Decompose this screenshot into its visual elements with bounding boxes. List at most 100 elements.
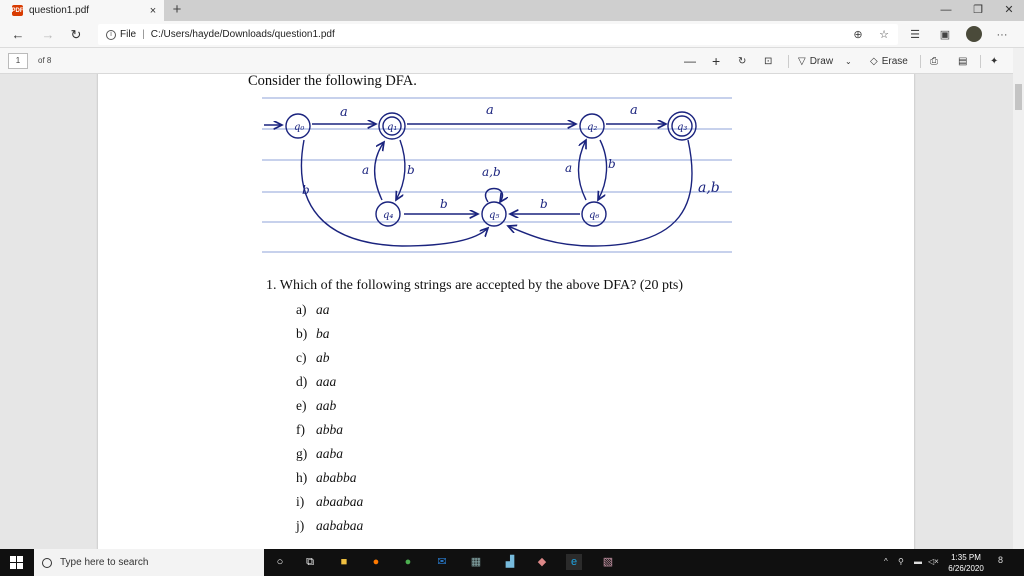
vertical-scrollbar[interactable] [1013, 48, 1024, 549]
label-q3: q₃ [677, 122, 687, 133]
question-text: 1. Which of the following strings are ac… [266, 278, 684, 293]
zoom-out-button[interactable]: — [684, 52, 696, 70]
chevron-down-icon[interactable]: ⌄ [845, 57, 852, 66]
save-icon[interactable]: ▤ [958, 52, 967, 70]
toolbar-divider [788, 55, 789, 68]
volume-icon[interactable]: ◁× [928, 557, 939, 566]
taskbar: Type here to search ○ ⧉ ■ ● ● ✉ ▦ ▟ ◆ e … [0, 549, 1024, 576]
page-number-input[interactable]: 1 [8, 53, 28, 69]
tab-close-button[interactable]: × [144, 5, 162, 17]
edge-icon[interactable]: e [566, 554, 582, 570]
edge-label: b [440, 197, 448, 211]
option-label: h) [296, 470, 308, 485]
system-clock[interactable]: 1:35 PM 6/26/2020 [940, 552, 992, 574]
clock-time: 1:35 PM [951, 553, 981, 562]
toolbar-divider [980, 55, 981, 68]
erase-button[interactable]: ◇ Erase [870, 52, 908, 70]
option-string: aa [316, 302, 330, 317]
list-item: f) abba [296, 422, 363, 446]
cortana-icon[interactable]: ○ [272, 554, 288, 570]
favorite-star-icon[interactable]: ☆ [874, 25, 894, 45]
pdf-toolbar: 1 of 8 — + ↻ ⊡ ▽ Draw ⌄ ◇ Erase ⎙ ▤ ✦ [0, 48, 1024, 74]
edge-label: a [630, 103, 638, 118]
windows-start-icon[interactable] [10, 556, 23, 569]
pin-icon[interactable]: ✦ [990, 52, 998, 70]
option-label: i) [296, 494, 305, 509]
label-q4: q₄ [383, 210, 393, 221]
option-label: c) [296, 350, 307, 365]
scrollbar-thumb[interactable] [1015, 84, 1022, 110]
tab-question-pdf[interactable]: PDF question1.pdf × [0, 0, 164, 21]
taskbar-search-box[interactable]: Type here to search [34, 549, 264, 576]
forward-button[interactable]: → [38, 25, 58, 45]
label-q2: q₂ [587, 122, 597, 133]
chevron-up-icon[interactable]: ^ [884, 557, 888, 566]
more-menu-button[interactable]: ··· [992, 25, 1012, 45]
tab-title: question1.pdf [29, 5, 90, 16]
notification-icon[interactable]: 8 [998, 555, 1003, 565]
zoom-icon[interactable]: ⊕ [848, 25, 868, 45]
maximize-button[interactable]: ❐ [962, 0, 994, 21]
firefox-icon[interactable]: ● [368, 554, 384, 570]
option-string: ba [316, 326, 330, 341]
file-explorer-icon[interactable]: ■ [336, 554, 352, 570]
option-string: abaabaa [316, 494, 364, 509]
profile-avatar[interactable] [966, 26, 982, 42]
page-count: of 8 [38, 56, 52, 65]
url-scheme: File [120, 29, 137, 40]
print-icon[interactable]: ⎙ [930, 52, 938, 70]
option-label: g) [296, 446, 308, 461]
back-button[interactable]: ← [8, 25, 28, 45]
zoom-in-button[interactable]: + [712, 52, 720, 70]
option-label: d) [296, 374, 308, 389]
draw-icon: ▽ [798, 55, 806, 67]
pdf-viewport[interactable]: Consider the following DFA. q₀ q₁ q₂ q₃ … [0, 74, 1024, 549]
list-item: e) aab [296, 398, 363, 422]
address-bar-row: ← → ↻ i File | C:/Users/hayde/Downloads/… [0, 21, 1024, 48]
option-string: aaa [316, 374, 337, 389]
edge-label: a [565, 161, 572, 175]
refresh-button[interactable]: ↻ [66, 25, 86, 45]
edge-label: b [302, 183, 310, 197]
collections-icon[interactable]: ▣ [935, 25, 955, 45]
draw-button[interactable]: ▽ Draw ⌄ [798, 52, 852, 70]
option-label: b) [296, 326, 308, 341]
option-label: f) [296, 422, 305, 437]
rotate-icon[interactable]: ↻ [738, 52, 746, 70]
list-item: h) ababba [296, 470, 363, 494]
mail-icon[interactable]: ✉ [434, 554, 450, 570]
app-icon[interactable]: ◆ [534, 554, 550, 570]
edge-label: a,b [482, 165, 501, 179]
close-window-button[interactable]: ✕ [993, 0, 1024, 21]
list-item: b) ba [296, 326, 363, 350]
new-tab-button[interactable]: + [168, 1, 186, 19]
url-separator: | [142, 29, 145, 40]
option-string: ababba [316, 470, 357, 485]
eraser-icon: ◇ [870, 55, 878, 67]
edge-label: b [540, 197, 548, 211]
url-field[interactable]: i File | C:/Users/hayde/Downloads/questi… [98, 24, 898, 45]
minimize-button[interactable]: — [930, 0, 962, 21]
edge-label: b [608, 157, 616, 171]
app-icon[interactable]: ▧ [600, 554, 616, 570]
network-icon[interactable]: ⚲ [898, 557, 904, 566]
network-app-icon[interactable]: ▟ [502, 554, 518, 570]
task-view-icon[interactable]: ⧉ [302, 554, 318, 570]
chrome-icon[interactable]: ● [400, 554, 416, 570]
search-placeholder: Type here to search [60, 557, 149, 568]
list-item: g) aaba [296, 446, 363, 470]
pdf-page: Consider the following DFA. q₀ q₁ q₂ q₃ … [98, 74, 914, 549]
app-icon[interactable]: ▦ [468, 554, 484, 570]
edge-label: a [486, 103, 494, 118]
fit-page-icon[interactable]: ⊡ [764, 52, 772, 70]
option-label: a) [296, 302, 307, 317]
battery-icon[interactable]: ▬ [914, 557, 922, 566]
toolbar-divider [920, 55, 921, 68]
label-q1: q₁ [387, 122, 397, 133]
dfa-diagram: q₀ q₁ q₂ q₃ q₄ q₅ q₆ a a a b a a,b a b b… [262, 97, 732, 253]
notification-count: 8 [998, 555, 1004, 565]
info-icon[interactable]: i [106, 29, 116, 40]
favorites-bar-icon[interactable]: ☰ [905, 25, 925, 45]
option-list: a) aa b) ba c) ab d) aaa e) aab f) abba g) aaba… [296, 302, 363, 542]
label-q0: q₀ [294, 122, 304, 133]
